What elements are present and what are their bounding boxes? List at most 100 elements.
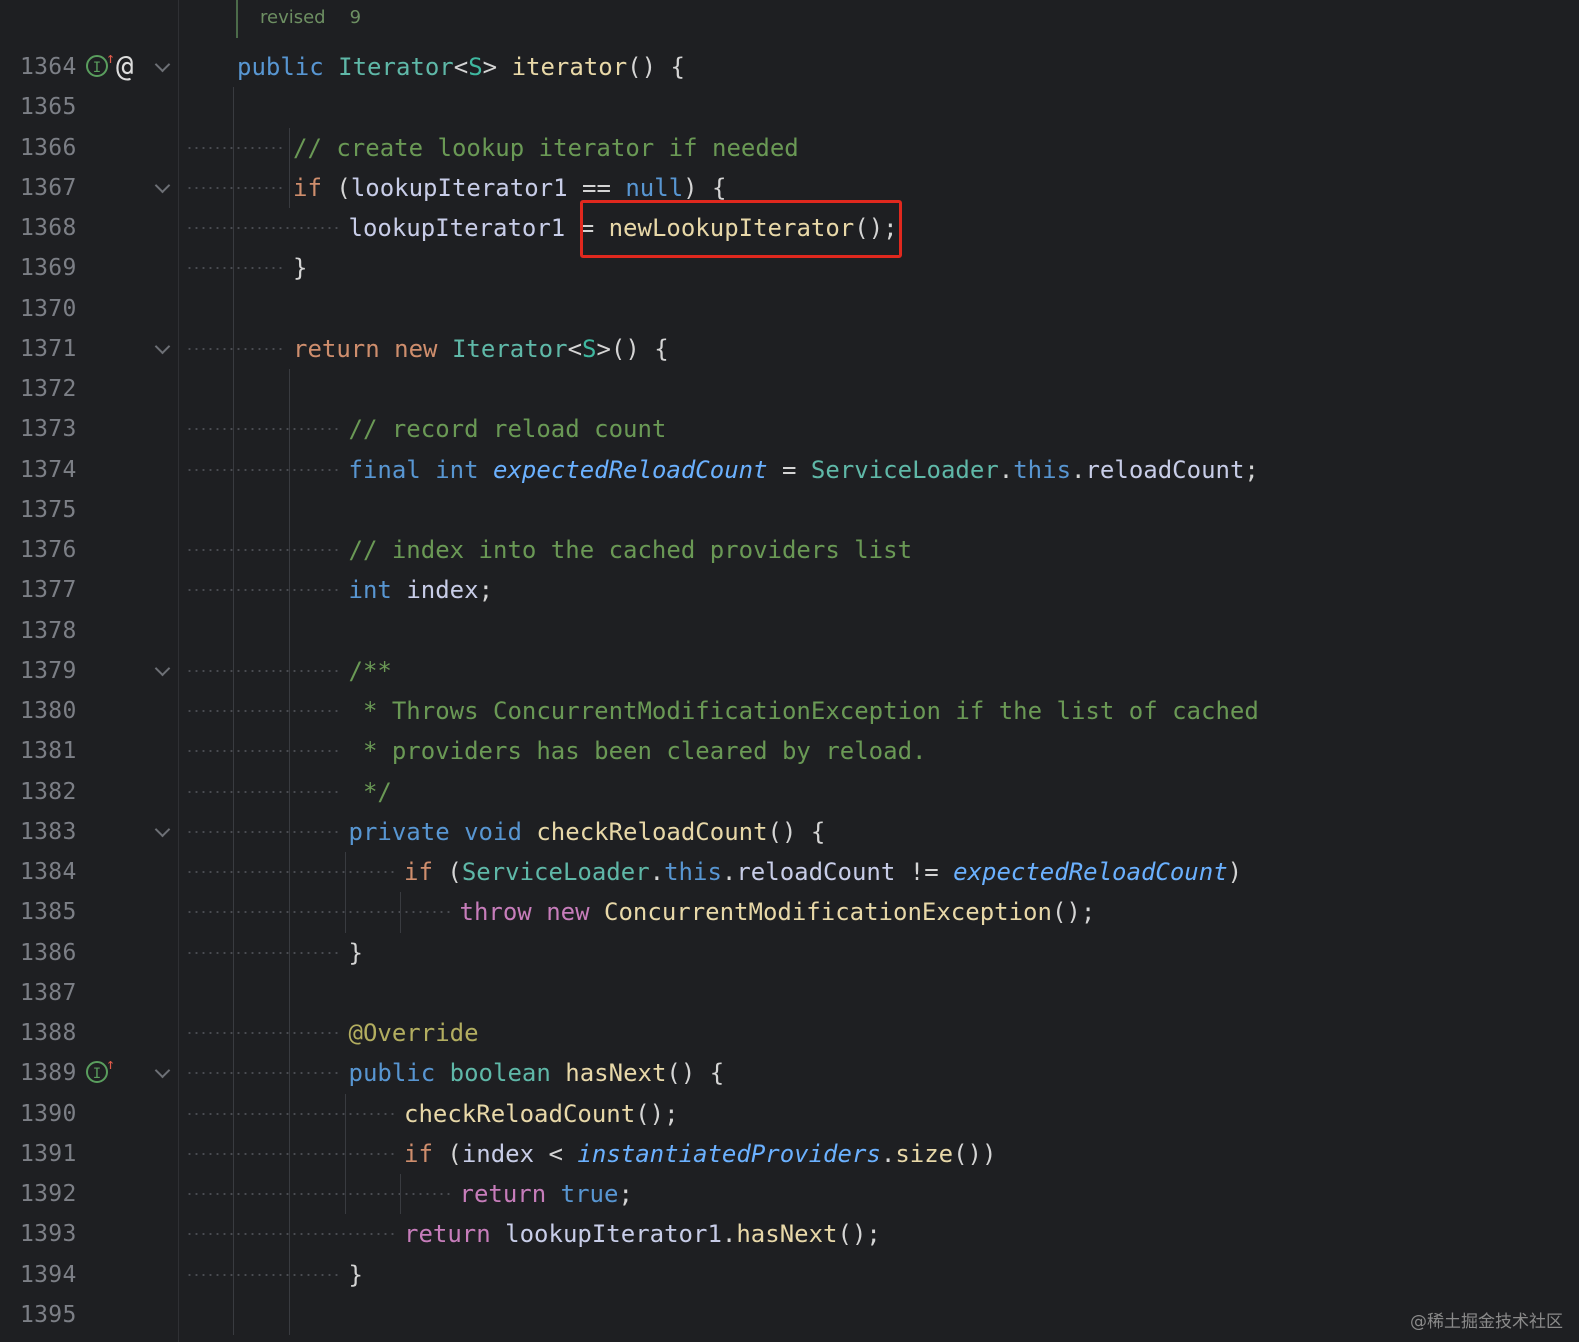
implements-up-icon[interactable]: I ↑	[86, 49, 115, 77]
code-line[interactable]: 1383 private void checkReloadCount() {	[0, 812, 1579, 852]
implements-up-icon[interactable]: I ↑	[86, 1055, 115, 1084]
indent-whitespace-dots	[186, 227, 341, 229]
code-token: ) {	[683, 173, 727, 202]
code-line[interactable]: 1395	[0, 1295, 1579, 1335]
code-text[interactable]: checkReloadCount();	[404, 1094, 679, 1134]
code-line[interactable]: 1386}	[0, 933, 1579, 973]
code-line[interactable]: 1373 // record reload count	[0, 409, 1579, 449]
code-text[interactable]: */	[349, 772, 392, 812]
code-token: S	[582, 334, 597, 363]
indent-whitespace-dots	[186, 428, 341, 431]
code-line[interactable]: 1387	[0, 973, 1579, 1013]
code-token: .	[721, 1220, 737, 1249]
line-number: 1375	[20, 496, 77, 523]
code-token: public	[237, 53, 324, 81]
fold-chevron-icon[interactable]	[154, 56, 171, 73]
code-text[interactable]: }	[349, 933, 363, 973]
code-line[interactable]: 1378	[0, 611, 1579, 651]
code-text[interactable]: public boolean hasNext() {	[349, 1053, 725, 1093]
code-text[interactable]: }	[349, 1255, 363, 1295]
code-token: int	[348, 576, 392, 605]
code-line[interactable]: 1390 checkReloadCount();	[0, 1094, 1579, 1134]
code-text[interactable]: return lookupIterator1.hasNext();	[404, 1214, 881, 1254]
code-text[interactable]: return new Iterator<S>() {	[293, 329, 669, 369]
code-text[interactable]: int index;	[349, 570, 494, 610]
at-icon[interactable]: @	[116, 51, 133, 81]
code-token: checkReloadCount	[536, 817, 768, 846]
indent-whitespace-dots	[186, 911, 452, 914]
line-number: 1371	[20, 335, 77, 362]
indent-whitespace-dots	[186, 1072, 341, 1075]
code-text[interactable]: if (index < instantiatedProviders.size()…	[404, 1134, 996, 1174]
code-line[interactable]: 1391 if (index < instantiatedProviders.si…	[0, 1134, 1579, 1174]
indent-guide	[345, 852, 346, 933]
code-text[interactable]: if (ServiceLoader.this.reloadCount != ex…	[404, 852, 1242, 892]
code-token: hasNext	[565, 1059, 667, 1088]
line-number: 1379	[20, 657, 77, 684]
fold-chevron-icon[interactable]	[154, 1062, 171, 1079]
code-line[interactable]: 1380 * Throws ConcurrentModificationExce…	[0, 691, 1579, 731]
code-text[interactable]: private void checkReloadCount() {	[349, 812, 826, 852]
code-line[interactable]: 1389 I ↑ public boolean hasNext() {	[0, 1053, 1579, 1093]
code-text[interactable]: @Override	[349, 1013, 479, 1053]
code-text[interactable]: // record reload count	[349, 409, 667, 449]
revision-label: revised	[260, 7, 326, 28]
code-line[interactable]: 1392 return true;	[0, 1174, 1579, 1214]
code-line[interactable]: 1372	[0, 369, 1579, 409]
code-token: boolean	[449, 1059, 551, 1088]
code-line[interactable]: 1371 return new Iterator<S>() {	[0, 329, 1579, 369]
code-line[interactable]: 1376 // index into the cached providers l…	[0, 530, 1579, 570]
code-text[interactable]: // index into the cached providers list	[349, 530, 913, 570]
code-line[interactable]: 1374 final int expectedReloadCount = Serv…	[0, 450, 1579, 490]
code-line[interactable]: 1375	[0, 490, 1579, 530]
line-number: 1383	[20, 818, 77, 845]
indent-whitespace-dots	[186, 1152, 396, 1155]
fold-chevron-icon[interactable]	[154, 821, 171, 838]
code-text[interactable]: /**	[349, 651, 392, 691]
code-token: size	[895, 1139, 954, 1168]
code-line[interactable]: 1377 int index;	[0, 570, 1579, 610]
code-line[interactable]: 1385 throw new ConcurrentModificationExce…	[0, 892, 1579, 932]
code-line[interactable]: 1370	[0, 289, 1579, 329]
fold-chevron-icon[interactable]	[154, 660, 171, 677]
code-line[interactable]: 1388 @Override	[0, 1013, 1579, 1053]
code-line[interactable]: 1364 I ↑ @ public Iterator<S> iterator() {	[0, 47, 1579, 87]
revision-annotation[interactable]: revised 9	[236, 0, 361, 38]
code-token: .	[998, 455, 1014, 484]
code-token: this	[1013, 455, 1072, 484]
code-line[interactable]: 1366 // create lookup iterator if needed	[0, 128, 1579, 168]
code-text[interactable]: }	[293, 248, 307, 288]
fold-chevron-icon[interactable]	[154, 338, 171, 355]
code-text[interactable]: * Throws ConcurrentModificationException…	[349, 691, 1259, 731]
code-text[interactable]: final int expectedReloadCount = ServiceL…	[349, 450, 1259, 490]
line-number: 1390	[20, 1100, 77, 1127]
fold-chevron-icon[interactable]	[154, 177, 171, 194]
code-text[interactable]: public Iterator<S> iterator() {	[237, 47, 685, 87]
code-token: () {	[627, 53, 685, 81]
code-text[interactable]: return true;	[460, 1174, 633, 1214]
line-number: 1370	[20, 295, 77, 322]
watermark: @稀土掘金技术社区	[1410, 1312, 1563, 1332]
code-token: Iterator	[451, 334, 568, 363]
code-text[interactable]: throw new ConcurrentModificationExceptio…	[460, 892, 1096, 932]
code-line[interactable]: 1381 * providers has been cleared by rel…	[0, 731, 1579, 771]
indent-whitespace-dots	[186, 750, 341, 753]
code-token: }	[293, 254, 308, 283]
code-line[interactable]: 1365	[0, 87, 1579, 127]
code-token: Iterator	[338, 53, 454, 81]
code-token: return	[404, 1220, 491, 1249]
code-text[interactable]: * providers has been cleared by reload.	[349, 731, 927, 771]
code-line[interactable]: 1393 return lookupIterator1.hasNext();	[0, 1214, 1579, 1254]
code-line[interactable]: 1379 /**	[0, 651, 1579, 691]
code-line[interactable]: 1382 */	[0, 772, 1579, 812]
line-number: 1393	[20, 1221, 77, 1248]
code-editor[interactable]: revised 9 1364 I ↑ @ public Iterator<S> itera…	[0, 0, 1579, 1342]
code-token: // create lookup iterator if needed	[293, 133, 799, 162]
indent-whitespace-dots	[186, 146, 285, 149]
code-token: new	[394, 334, 438, 363]
code-line[interactable]: 1394}	[0, 1255, 1579, 1295]
code-text[interactable]: // create lookup iterator if needed	[293, 128, 799, 168]
code-line[interactable]: 1384 if (ServiceLoader.this.reloadCount !…	[0, 852, 1579, 892]
